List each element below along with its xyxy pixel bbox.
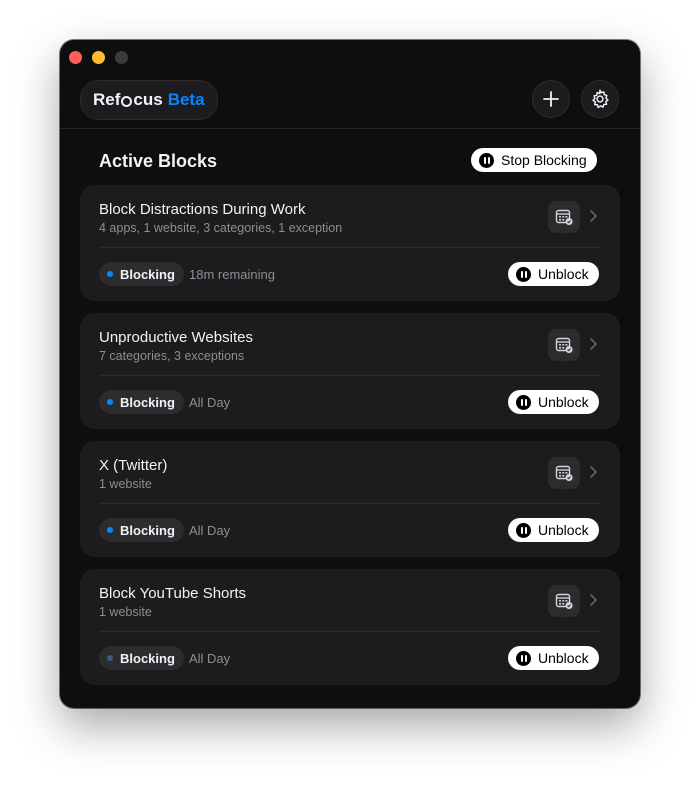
unblock-button[interactable]: Unblock — [508, 646, 599, 670]
status-dot-icon — [107, 399, 113, 405]
status-label: Blocking — [120, 266, 175, 282]
status-badge: Blocking — [99, 518, 184, 542]
status-label: Blocking — [120, 522, 175, 538]
logo-text-suffix: cus — [133, 90, 163, 109]
stop-blocking-button[interactable]: Stop Blocking — [471, 148, 597, 172]
block-card[interactable]: Block YouTube Shorts 1 website Blocking … — [80, 569, 620, 685]
chevron-right-icon[interactable] — [589, 593, 598, 607]
calendar-icon — [555, 593, 573, 610]
unblock-label: Unblock — [538, 266, 589, 282]
app-window: Ref cus Beta Active Blocks Stop Blocking B… — [60, 40, 640, 708]
status-dot-icon — [107, 655, 113, 661]
pause-icon — [479, 152, 494, 168]
zoom-window-button[interactable] — [115, 51, 128, 64]
status-badge: Blocking — [99, 262, 184, 286]
pause-icon — [516, 522, 531, 538]
beta-badge: Beta — [167, 90, 205, 109]
card-divider — [99, 247, 601, 248]
pause-icon — [516, 394, 531, 410]
settings-button[interactable] — [581, 80, 619, 118]
block-summary: 1 website — [99, 477, 152, 491]
unblock-button[interactable]: Unblock — [508, 390, 599, 414]
plus-icon — [543, 91, 559, 107]
chevron-right-icon[interactable] — [589, 209, 598, 223]
status-label: Blocking — [120, 394, 175, 410]
chevron-right-icon[interactable] — [589, 337, 598, 351]
app-logo: Ref cus Beta — [80, 80, 218, 120]
card-divider — [99, 631, 601, 632]
schedule-button[interactable] — [548, 585, 580, 617]
unblock-label: Unblock — [538, 650, 589, 666]
calendar-icon — [555, 209, 573, 226]
card-divider — [99, 503, 601, 504]
calendar-icon — [555, 337, 573, 354]
unblock-label: Unblock — [538, 394, 589, 410]
card-divider — [99, 375, 601, 376]
pause-icon — [516, 650, 531, 666]
header-divider — [60, 128, 640, 129]
status-dot-icon — [107, 527, 113, 533]
block-card[interactable]: Block Distractions During Work 4 apps, 1… — [80, 185, 620, 301]
add-block-button[interactable] — [532, 80, 570, 118]
logo-focus-icon — [121, 95, 133, 107]
remaining-time: All Day — [189, 395, 231, 410]
status-badge: Blocking — [99, 646, 184, 670]
block-title: X (Twitter) — [99, 457, 168, 474]
block-title: Block YouTube Shorts — [99, 585, 247, 602]
block-card[interactable]: X (Twitter) 1 website Blocking All Day U… — [80, 441, 620, 557]
block-summary: 4 apps, 1 website, 3 categories, 1 excep… — [99, 221, 343, 235]
block-card[interactable]: Unproductive Websites 7 categories, 3 ex… — [80, 313, 620, 429]
block-summary: 1 website — [99, 605, 152, 619]
block-title: Unproductive Websites — [99, 329, 253, 346]
schedule-button[interactable] — [548, 201, 580, 233]
remaining-time: All Day — [189, 523, 231, 538]
chevron-right-icon[interactable] — [589, 465, 598, 479]
stop-blocking-label: Stop Blocking — [501, 152, 587, 168]
remaining-time: 18m remaining — [189, 267, 275, 282]
unblock-button[interactable]: Unblock — [508, 518, 599, 542]
section-title: Active Blocks — [99, 151, 218, 171]
remaining-time: All Day — [189, 651, 231, 666]
calendar-icon — [555, 465, 573, 482]
status-dot-icon — [107, 271, 113, 277]
status-badge: Blocking — [99, 390, 184, 414]
block-summary: 7 categories, 3 exceptions — [99, 349, 245, 363]
unblock-button[interactable]: Unblock — [508, 262, 599, 286]
pause-icon — [516, 266, 531, 282]
minimize-window-button[interactable] — [92, 51, 105, 64]
block-title: Block Distractions During Work — [99, 201, 306, 218]
logo-text-prefix: Ref — [93, 90, 121, 109]
status-label: Blocking — [120, 650, 175, 666]
schedule-button[interactable] — [548, 457, 580, 489]
schedule-button[interactable] — [548, 329, 580, 361]
window-controls — [69, 51, 128, 64]
unblock-label: Unblock — [538, 522, 589, 538]
close-window-button[interactable] — [69, 51, 82, 64]
gear-icon — [592, 89, 609, 109]
